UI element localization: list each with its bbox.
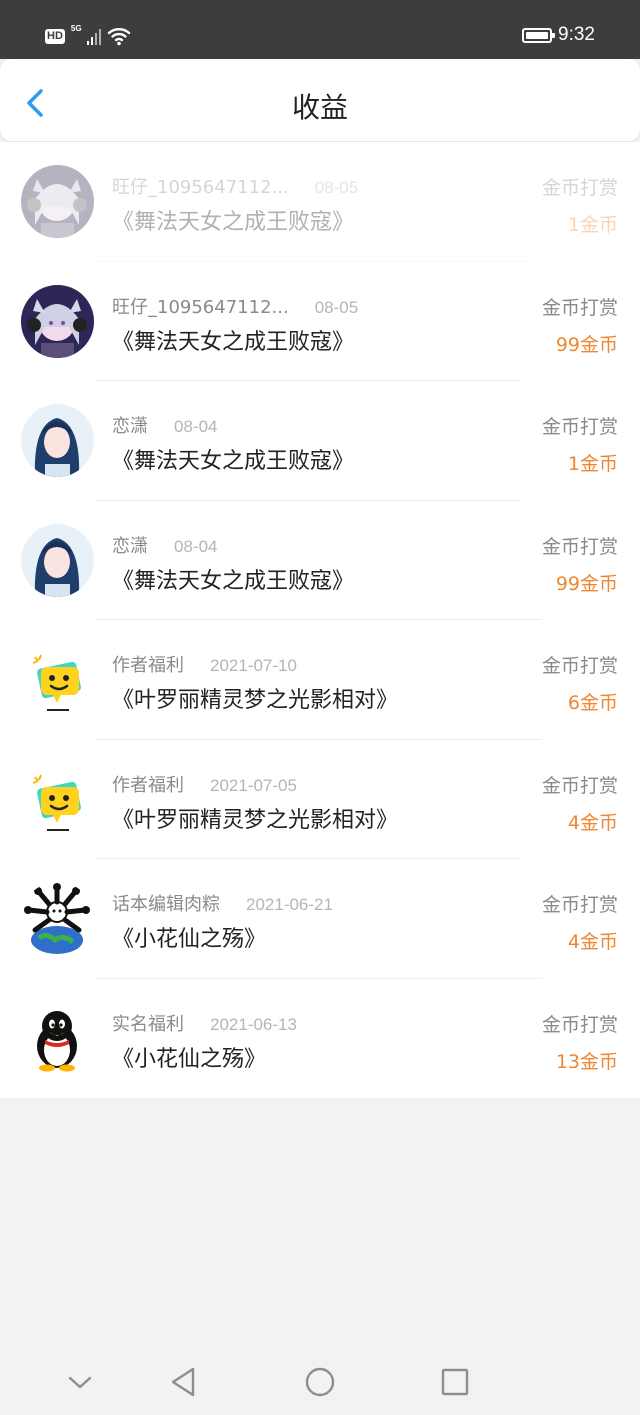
recents-square-icon xyxy=(441,1368,469,1396)
book-title: 《舞法天女之成王败寇》 xyxy=(112,568,355,594)
avatar xyxy=(21,523,94,597)
item-meta: 作者福利 2021-07-05 xyxy=(112,771,297,797)
reward-amount: 4金币 xyxy=(567,811,618,834)
date: 2021-07-05 xyxy=(210,775,297,795)
item-meta: 恋潇 08-04 xyxy=(112,412,217,438)
book-title: 《叶罗丽精灵梦之光影相对》 xyxy=(112,807,399,833)
reward-type: 金币打赏 xyxy=(541,774,618,797)
book-title: 《小花仙之殇》 xyxy=(112,1046,267,1072)
user-name: 话本编辑肉粽 xyxy=(112,894,220,915)
avatar xyxy=(21,762,94,836)
status-right: 9:32 xyxy=(522,24,595,46)
date: 2021-06-13 xyxy=(210,1014,297,1034)
book-title: 《舞法天女之成王败寇》 xyxy=(112,210,355,235)
battery-icon xyxy=(522,27,556,43)
item-meta: 旺仔_1095647112... 08-05 xyxy=(112,173,358,199)
reward-type: 金币打赏 xyxy=(541,894,618,916)
user-name: 实名福利 xyxy=(112,1013,184,1035)
hide-nav-button[interactable] xyxy=(60,1362,100,1402)
list-item[interactable]: 作者福利 2021-07-10 《叶罗丽精灵梦之光影相对》 金币打赏 6金币 xyxy=(0,620,640,740)
system-nav-bar xyxy=(0,1346,640,1415)
reward-type: 金币打赏 xyxy=(541,655,618,677)
user-name: 恋潇 xyxy=(112,535,148,557)
page-title: 收益 xyxy=(291,91,348,124)
avatar xyxy=(21,284,94,358)
reward-type: 金币打赏 xyxy=(541,416,618,438)
item-meta: 恋潇 08-04 xyxy=(112,532,217,558)
reward-amount: 99金币 xyxy=(555,572,618,595)
book-title: 《舞法天女之成王败寇》 xyxy=(112,329,355,355)
book-title: 《舞法天女之成王败寇》 xyxy=(112,449,355,474)
reward-amount: 6金币 xyxy=(567,692,618,714)
item-meta: 话本编辑肉粽 2021-06-21 xyxy=(112,890,333,916)
list-item[interactable]: 恋潇 08-04 《舞法天女之成王败寇》 金币打赏 99金币 xyxy=(0,501,640,620)
reward-amount: 1金币 xyxy=(567,453,618,475)
avatar xyxy=(21,165,94,238)
avatar xyxy=(21,643,94,716)
date: 2021-07-10 xyxy=(210,656,297,675)
home-circle-icon xyxy=(305,1367,335,1397)
reward-amount: 13金币 xyxy=(555,1050,618,1073)
user-name: 作者福利 xyxy=(112,774,184,796)
network-type: 5G xyxy=(70,24,82,33)
home-nav-button[interactable] xyxy=(300,1362,340,1402)
wifi-icon xyxy=(107,28,131,46)
back-nav-button[interactable] xyxy=(163,1362,203,1402)
list-item[interactable]: 实名福利 2021-06-13 《小花仙之殇》 金币打赏 13金币 xyxy=(0,979,640,1099)
back-triangle-icon xyxy=(171,1367,195,1397)
chevron-down-icon xyxy=(68,1376,92,1389)
item-meta: 实名福利 2021-06-13 xyxy=(112,1010,297,1036)
clock: 9:32 xyxy=(558,24,595,45)
recents-nav-button[interactable] xyxy=(435,1362,475,1402)
date: 08-04 xyxy=(174,536,218,556)
list-item[interactable]: 旺仔_1095647112... 08-05 《舞法天女之成王败寇》 金币打赏 … xyxy=(0,142,640,262)
date: 2021-06-21 xyxy=(246,895,333,914)
reward-amount: 4金币 xyxy=(567,931,618,953)
book-title: 《小花仙之殇》 xyxy=(112,927,267,952)
list-item[interactable]: 旺仔_1095647112... 08-05 《舞法天女之成王败寇》 金币打赏 … xyxy=(0,262,640,381)
earnings-list: 旺仔_1095647112... 08-05 《舞法天女之成王败寇》 金币打赏 … xyxy=(0,142,640,1098)
avatar xyxy=(21,882,94,955)
user-name: 旺仔_1095647112... xyxy=(112,296,289,318)
hd-badge: HD xyxy=(45,28,65,44)
item-meta: 旺仔_1095647112... 08-05 xyxy=(112,293,358,319)
status-left: HD 5G xyxy=(45,24,131,46)
list-item[interactable]: 话本编辑肉粽 2021-06-21 《小花仙之殇》 金币打赏 4金币 xyxy=(0,859,640,979)
avatar xyxy=(21,404,94,477)
reward-type: 金币打赏 xyxy=(541,535,618,558)
date: 08-05 xyxy=(314,297,359,317)
user-name: 旺仔_1095647112... xyxy=(112,177,289,198)
avatar xyxy=(21,1001,94,1075)
reward-type: 金币打赏 xyxy=(541,1013,618,1036)
status-bar: HD 5G 9:32 xyxy=(0,0,640,59)
date: 08-05 xyxy=(314,178,359,197)
date: 08-04 xyxy=(174,417,218,436)
book-title: 《叶罗丽精灵梦之光影相对》 xyxy=(112,688,399,713)
list-item[interactable]: 作者福利 2021-07-05 《叶罗丽精灵梦之光影相对》 金币打赏 4金币 xyxy=(0,740,640,859)
list-item[interactable]: 恋潇 08-04 《舞法天女之成王败寇》 金币打赏 1金币 xyxy=(0,381,640,501)
user-name: 恋潇 xyxy=(112,416,148,437)
reward-amount: 1金币 xyxy=(567,214,618,236)
header: 收益 xyxy=(0,59,640,141)
signal-icon: 5G xyxy=(70,24,101,46)
user-name: 作者福利 xyxy=(112,655,184,676)
reward-amount: 99金币 xyxy=(555,333,618,356)
reward-type: 金币打赏 xyxy=(541,177,618,199)
reward-type: 金币打赏 xyxy=(541,296,618,319)
item-meta: 作者福利 2021-07-10 xyxy=(112,651,297,677)
